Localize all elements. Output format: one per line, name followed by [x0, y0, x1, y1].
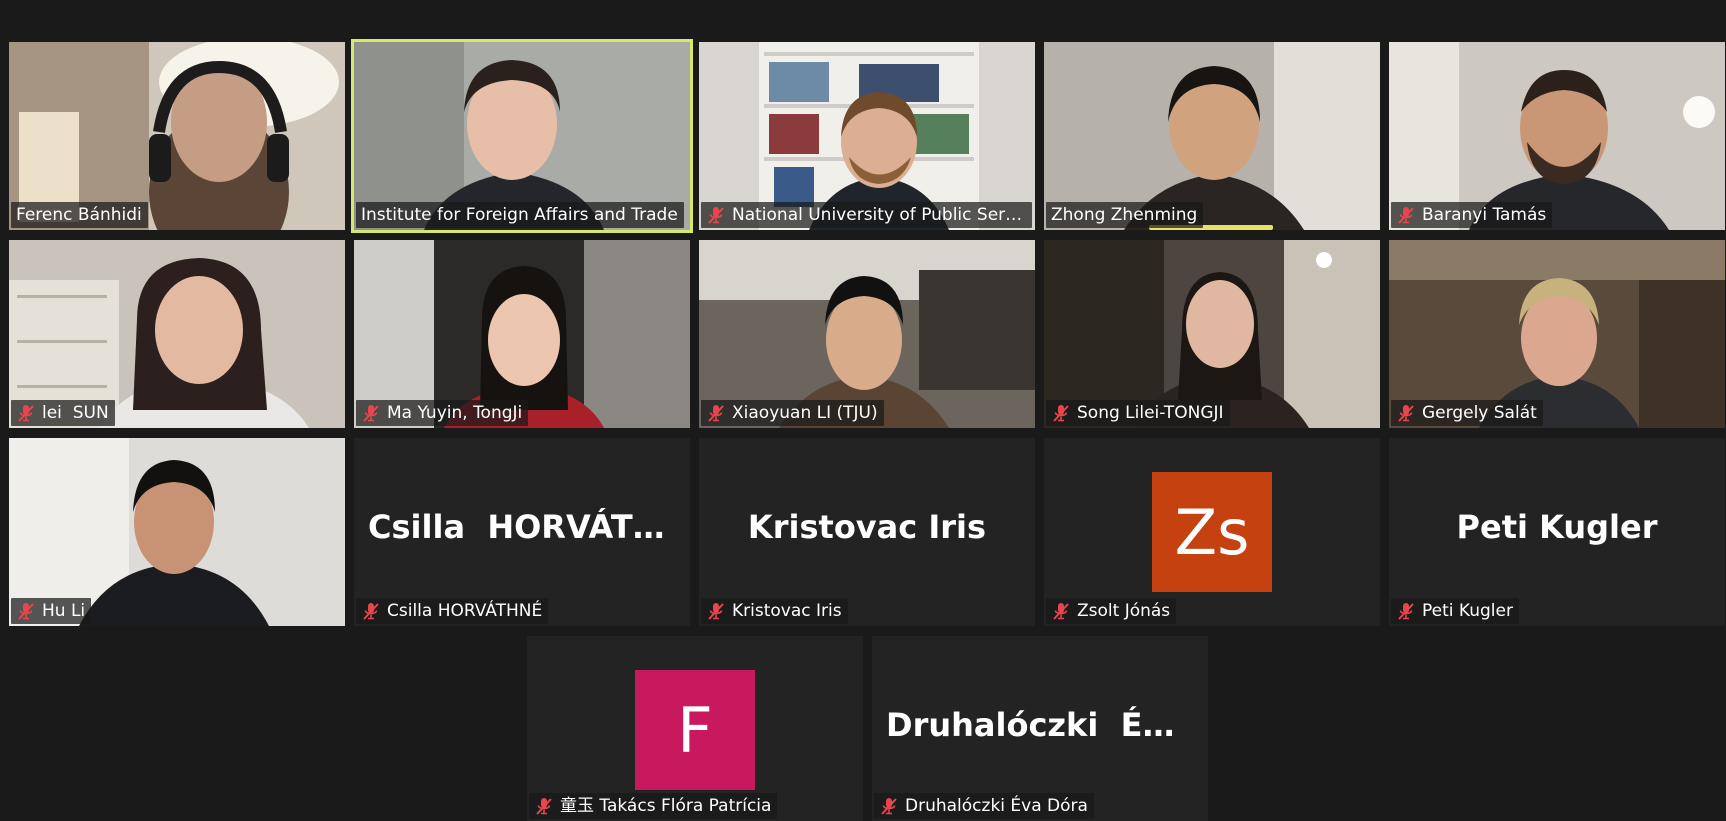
- participant-display-name: Peti Kugler: [1456, 508, 1658, 546]
- participant-name-tag: Kristovac Iris: [701, 598, 848, 624]
- participant-name: Zsolt Jónás: [1077, 601, 1171, 621]
- participant-name: Gergely Salát: [1422, 403, 1537, 423]
- participant-name-tag: Baranyi Tamás: [1391, 202, 1553, 228]
- participant-tile-no-video[interactable]: F 童玉 Takács Flóra Patrícia: [527, 636, 863, 821]
- microphone-muted-icon: [16, 403, 36, 423]
- participant-name-tag: Zhong Zhenming: [1046, 202, 1204, 228]
- participant-name-tag: Ma Yuyin, TongJi: [356, 400, 529, 426]
- participant-name: Hu Li: [42, 601, 86, 621]
- participant-name-tag: Druhalóczki Éva Dóra: [874, 793, 1094, 819]
- microphone-muted-icon: [706, 403, 726, 423]
- participant-name-tag: Gergely Salát: [1391, 400, 1543, 426]
- participant-name-tag: 童玉 Takács Flóra Patrícia: [529, 793, 778, 819]
- participant-name: Druhalóczki Éva Dóra: [905, 796, 1088, 816]
- participant-display-name: Csilla HORVÁTH...: [368, 508, 690, 546]
- video-tile[interactable]: Zhong Zhenming: [1044, 42, 1380, 230]
- participant-name-tag: Hu Li: [11, 598, 92, 624]
- video-tile[interactable]: lei SUN: [9, 240, 345, 428]
- participant-name: National University of Public Servi...: [732, 205, 1026, 225]
- participant-name: Csilla HORVÁTHNÉ: [387, 601, 543, 621]
- video-tile-active-speaker[interactable]: Institute for Foreign Affairs and Trade: [351, 39, 693, 233]
- participant-name: Xiaoyuan LI (TJU): [732, 403, 878, 423]
- participant-name: Zhong Zhenming: [1051, 205, 1198, 225]
- participant-display-name: Druhalóczki Éva...: [886, 706, 1208, 744]
- video-tile[interactable]: Baranyi Tamás: [1389, 42, 1725, 230]
- participant-name: 童玉 Takács Flóra Patrícia: [560, 796, 772, 816]
- microphone-muted-icon: [16, 601, 36, 621]
- participant-display-name: Kristovac Iris: [747, 508, 987, 546]
- participant-tile-no-video[interactable]: Csilla HORVÁTH... Csilla HORVÁTHNÉ: [354, 438, 690, 626]
- participant-name: lei SUN: [42, 403, 109, 423]
- participant-name-tag: Ferenc Bánhidi: [11, 202, 148, 228]
- video-tile[interactable]: Gergely Salát: [1389, 240, 1725, 428]
- microphone-muted-icon: [1396, 205, 1416, 225]
- microphone-muted-icon: [361, 403, 381, 423]
- microphone-muted-icon: [361, 601, 381, 621]
- participant-name-tag: Csilla HORVÁTHNÉ: [356, 598, 549, 624]
- video-tile[interactable]: Song Lilei-TONGJI: [1044, 240, 1380, 428]
- participant-name-tag: Peti Kugler: [1391, 598, 1519, 624]
- participant-name: Peti Kugler: [1422, 601, 1513, 621]
- microphone-muted-icon: [706, 601, 726, 621]
- participant-name: Ma Yuyin, TongJi: [387, 403, 523, 423]
- microphone-muted-icon: [1051, 403, 1071, 423]
- participant-name: Kristovac Iris: [732, 601, 842, 621]
- participant-name-tag: Song Lilei-TONGJI: [1046, 400, 1230, 426]
- participant-name-tag: National University of Public Servi...: [701, 202, 1032, 228]
- participant-tile-no-video[interactable]: Peti Kugler Peti Kugler: [1389, 438, 1725, 626]
- participant-name: Institute for Foreign Affairs and Trade: [361, 205, 678, 225]
- microphone-muted-icon: [706, 205, 726, 225]
- microphone-muted-icon: [879, 796, 899, 816]
- video-tile[interactable]: National University of Public Servi...: [699, 42, 1035, 230]
- video-tile[interactable]: Hu Li: [9, 438, 345, 626]
- video-tile[interactable]: Ferenc Bánhidi: [9, 42, 345, 230]
- participant-name-tag: lei SUN: [11, 400, 115, 426]
- microphone-muted-icon: [1051, 601, 1071, 621]
- participant-name: Ferenc Bánhidi: [16, 205, 142, 225]
- participant-tile-no-video[interactable]: Zs Zsolt Jónás: [1044, 438, 1380, 626]
- participant-tile-no-video[interactable]: Kristovac Iris Kristovac Iris: [699, 438, 1035, 626]
- participant-name: Song Lilei-TONGJI: [1077, 403, 1224, 423]
- avatar: Zs: [1152, 472, 1272, 592]
- participant-name-tag: Xiaoyuan LI (TJU): [701, 400, 884, 426]
- microphone-muted-icon: [1396, 403, 1416, 423]
- participant-name-tag: Zsolt Jónás: [1046, 598, 1177, 624]
- avatar: F: [635, 670, 755, 790]
- video-tile[interactable]: Xiaoyuan LI (TJU): [699, 240, 1035, 428]
- participant-tile-no-video[interactable]: Druhalóczki Éva... Druhalóczki Éva Dóra: [872, 636, 1208, 821]
- microphone-muted-icon: [534, 796, 554, 816]
- video-tile[interactable]: Ma Yuyin, TongJi: [354, 240, 690, 428]
- participant-name-tag: Institute for Foreign Affairs and Trade: [356, 202, 684, 228]
- microphone-muted-icon: [1396, 601, 1416, 621]
- participant-name: Baranyi Tamás: [1422, 205, 1547, 225]
